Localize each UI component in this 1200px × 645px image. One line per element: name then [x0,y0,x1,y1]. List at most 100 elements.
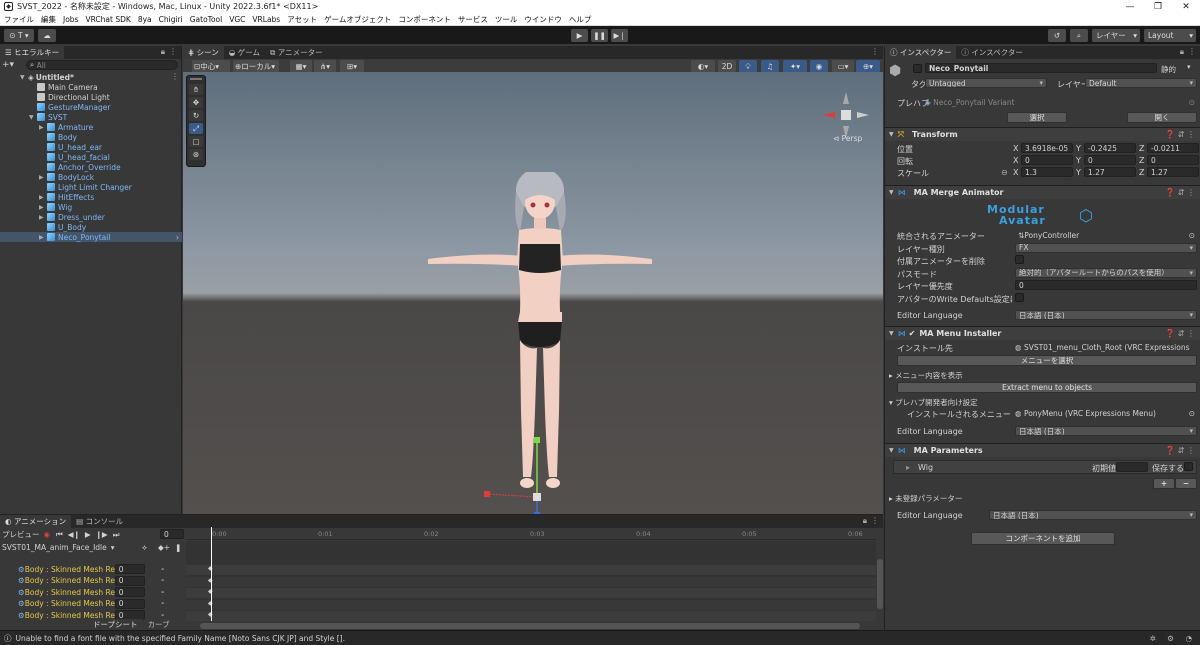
component-header-icons[interactable]: ❓ ⇵ ⋮ [1165,188,1195,197]
tab-inspector-2[interactable]: ⓘ インスペクター [956,46,1027,59]
tag-dropdown[interactable]: Untagged [925,78,1047,88]
drag-handle[interactable] [190,78,202,80]
hand-tool[interactable]: ✋︎ [189,84,203,95]
extract-menu-button[interactable]: Extract menu to objects [897,382,1197,393]
hierarchy-search-input[interactable]: ⌕ All [26,60,178,70]
hierarchy-item[interactable]: ▶ Neco_Ponytail › [0,232,182,242]
dopesheet-area[interactable]: ◆◆◆◆◆ [186,527,876,621]
scale-x-input[interactable]: 1.3 [1021,167,1073,177]
expand-arrow-icon[interactable]: ▼ [889,131,894,138]
scene-more-icon[interactable]: ⋮ [171,72,179,81]
show-menu-foldout[interactable]: ▸ メニュー内容を表示 [889,370,963,381]
axis-label[interactable]: Y [1076,168,1081,177]
transform-header[interactable]: ▼ ⤧ Transform ❓ ⇵ ⋮ [885,127,1200,141]
menu-item[interactable]: ヘルプ [569,14,592,25]
target-icon[interactable]: ⊙ [1189,98,1195,107]
keyframe-row[interactable]: ◆ [186,576,876,587]
vertical-scrollbar[interactable] [877,559,883,609]
axis-label[interactable]: Z [1139,168,1144,177]
hierarchy-item[interactable]: ▶ Armature [39,122,182,132]
maximize-icon[interactable]: ❐ [1144,2,1172,12]
editor-language-dropdown[interactable]: 日本語 (日本) [1015,426,1197,436]
parameters-header[interactable]: ▼ ⋈ MA Parameters ❓ ⇵ ⋮ [885,443,1200,457]
merge-animator-header[interactable]: ▼ ⋈ MA Merge Animator ❓ ⇵ ⋮ [885,185,1200,199]
scene-viewport[interactable]: ✋︎ ✥ ↻ ⤢ ▢ ⊛ ⊲ Persp [183,72,883,514]
pause-button[interactable]: ❚❚ [591,29,608,42]
gizmo-x-handle[interactable] [484,491,490,497]
menu-item[interactable]: Chigiri [159,15,183,24]
property-value-input[interactable]: 0 [114,575,145,586]
expand-arrow-icon[interactable]: ▶ [39,124,47,131]
parameter-row[interactable]: ▸ Wig 初期値 保存する [893,460,1197,474]
add-parameter-button[interactable]: + [1153,478,1175,489]
remove-parameter-button[interactable]: − [1175,478,1197,489]
menu-item[interactable]: アセット [287,14,317,25]
ma-field-0[interactable]: ⇅ ⊙ PonyController [1015,230,1197,240]
hierarchy-item[interactable]: U_Body [39,222,182,232]
menu-item[interactable]: VRChat SDK [85,15,130,24]
link-icon[interactable]: ⊖ [1001,168,1008,177]
lock-icon[interactable]: 🔒︎ [1180,47,1184,57]
rotation-y-input[interactable]: 0 [1084,155,1136,165]
hierarchy-item[interactable]: Light Limit Changer [39,182,182,192]
axis-label[interactable]: Y [1076,156,1081,165]
component-header-icons[interactable]: ❓ ⇵ ⋮ [1165,329,1195,338]
hierarchy-item[interactable]: Main Camera [29,82,182,92]
hierarchy-item[interactable]: ▼ SVST [29,112,182,122]
editor-language-dropdown[interactable]: 日本語 (日本) [1015,310,1197,320]
rotate-tool[interactable]: ↻ [189,110,203,121]
property-menu-icon[interactable]: ⁃ [161,588,165,597]
tab-dopesheet[interactable]: ドープシート [88,619,143,630]
component-header-icons[interactable]: ❓ ⇵ ⋮ [1165,446,1195,455]
layers-dropdown[interactable]: レイヤー ▾ [1092,29,1140,42]
avatar-model[interactable] [423,172,663,502]
active-checkbox[interactable] [913,64,922,73]
status-message[interactable]: Unable to find a font file with the spec… [16,634,346,643]
tab-console[interactable]: ▤ コンソール [71,515,128,528]
scale-z-input[interactable]: 1.27 [1147,167,1199,177]
play-button[interactable]: ▶ [571,29,588,42]
install-target-field[interactable]: ◍ SVST01_menu_Cloth_Root (VRC Expression… [1015,342,1197,352]
gizmo-center-handle[interactable] [533,493,541,501]
keyframe-row[interactable]: ◆ [186,599,876,610]
component-header-icons[interactable]: ❓ ⇵ ⋮ [1165,130,1195,139]
menu-item[interactable]: VRLabs [252,15,280,24]
frame-input[interactable]: 0 [160,529,184,539]
more-icon[interactable]: ⋮ [871,47,879,56]
layout-dropdown[interactable]: Layout ▾ [1144,29,1196,42]
cloud-button[interactable]: ☁ [38,29,56,42]
add-keyframe-icon[interactable]: ⟡ [142,543,147,553]
tab-game[interactable]: ◒ ゲーム [224,46,265,59]
add-component-button[interactable]: コンポーネントを追加 [971,532,1115,545]
hierarchy-item[interactable]: Body [39,132,182,142]
menu-item[interactable]: Jobs [63,15,78,24]
keyframe-row[interactable]: ◆ [186,588,876,598]
expand-arrow-icon[interactable]: ▼ [20,74,28,81]
axis-label[interactable]: Z [1139,156,1144,165]
property-value-input[interactable]: 0 [114,598,145,609]
play-icon[interactable]: ▶ [85,530,91,539]
gizmo-y-handle[interactable] [534,437,540,443]
move-tool[interactable]: ✥ [189,97,203,108]
select-menu-button[interactable]: メニューを選択 [897,355,1197,366]
hierarchy-item[interactable]: ▶ Dress_under [39,212,182,222]
timeline-ruler[interactable]: 0:00 0:01 0:02 0:03 0:04 0:05 0:06 [186,528,876,540]
ma-checkbox[interactable] [1015,255,1024,264]
lock-icon[interactable]: 🔒︎ [863,516,867,526]
target-icon[interactable]: ⊙ [1189,409,1195,418]
open-button[interactable]: 開く [1127,112,1197,123]
scale-y-input[interactable]: 1.27 [1084,167,1136,177]
add-object-button[interactable]: +▾ [2,60,22,70]
more-icon[interactable]: ⋮ [169,47,177,56]
orientation-gizmo[interactable] [821,90,871,140]
perspective-label[interactable]: ⊲ Persp [833,134,862,143]
chevron-right-icon[interactable]: › [176,233,179,242]
more-icon[interactable]: ⋮ [871,516,879,525]
editor-language-dropdown[interactable]: 日本語 (日本) [989,510,1197,520]
animation-property-row[interactable]: ⚙ Body : Skinned Mesh Re 0 ⁃ [18,564,186,574]
position-x-input[interactable]: 3.6918e-05 [1021,143,1073,153]
bug-icon[interactable]: ✲ [1150,634,1156,643]
ma-field-4[interactable]: 0 [1015,280,1197,290]
transform-tool[interactable]: ⊛ [189,149,203,160]
expand-arrow-icon[interactable]: ▸ [906,463,910,472]
